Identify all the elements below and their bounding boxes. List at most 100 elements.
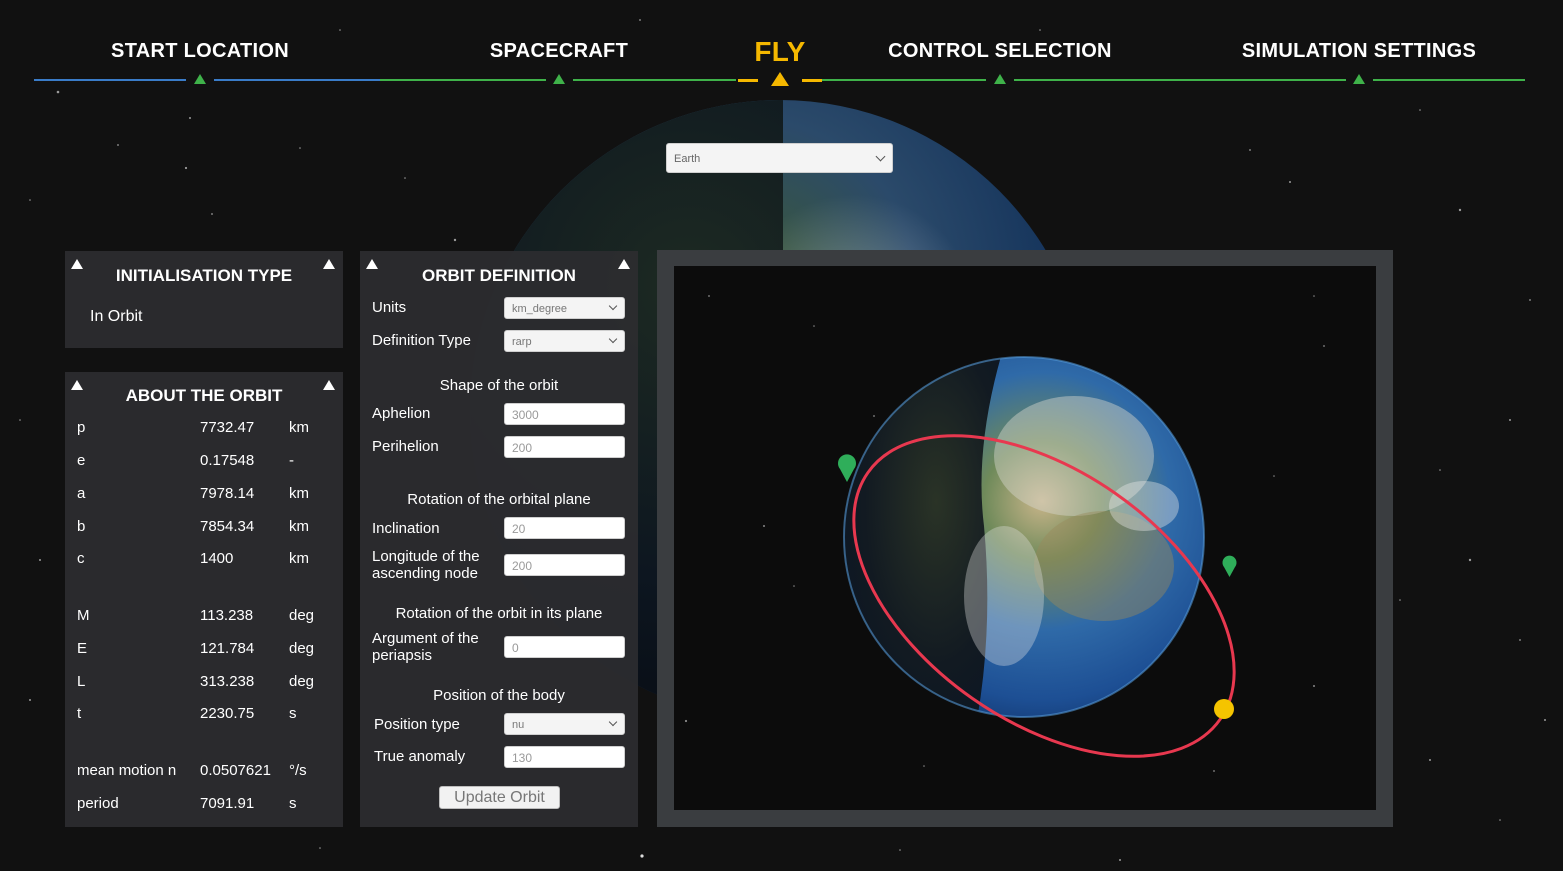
nav-tab-spacecraft[interactable]: SPACECRAFT (490, 40, 628, 63)
panel-title: INITIALISATION TYPE (115, 266, 293, 285)
argp-label-line-2: periapsis (372, 647, 433, 664)
section-heading: Rotation of the orbital plane (407, 491, 591, 508)
param-unit: deg (289, 607, 315, 624)
top-navigation: START LOCATION SPACECRAFT FLY CONTROL SE… (0, 0, 1563, 100)
orbit-param-row: M 113.238 deg (77, 607, 347, 627)
perihelion-input[interactable]: 200 (504, 436, 625, 458)
argp-label: Argument of the (372, 630, 479, 647)
nav-line (214, 79, 380, 81)
orbit-param-row: c 1400 km (77, 550, 347, 570)
nav-tab-simulation-settings[interactable]: SIMULATION SETTINGS (1242, 40, 1476, 63)
param-value: 121.784 (200, 640, 255, 657)
param-value: 0.17548 (200, 452, 255, 469)
param-value: 7978.14 (200, 485, 255, 502)
position-type-label: Position type (374, 716, 460, 733)
param-name: E (77, 640, 88, 657)
position-type-select-value: nu (512, 719, 525, 731)
param-value: 7732.47 (200, 419, 255, 436)
orbit-param-row: E 121.784 deg (77, 640, 347, 660)
param-unit: deg (289, 673, 315, 690)
nav-line (573, 79, 736, 81)
nav-marker-fly (771, 72, 789, 86)
aphelion-label: Aphelion (372, 405, 431, 422)
planet-select[interactable]: Earth (666, 143, 893, 173)
nav-marker-start-location (194, 74, 206, 84)
descending-node-marker (1222, 555, 1237, 577)
param-unit: km (289, 518, 309, 535)
nav-line (802, 79, 822, 82)
chevron-down-icon (875, 151, 886, 162)
spacecraft-body-marker (1214, 699, 1234, 719)
param-value: 313.238 (200, 673, 255, 690)
inclination-label: Inclination (372, 520, 440, 537)
orbit-param-row: mean motion n 0.0507621 °/s (77, 762, 347, 782)
orbit-param-row: p 7732.47 km (77, 419, 347, 439)
nav-line (34, 79, 186, 81)
param-unit: km (289, 485, 309, 502)
orbit-param-row: a 7978.14 km (77, 485, 347, 505)
param-name: period (77, 795, 119, 812)
param-value: 7854.34 (200, 518, 255, 535)
param-value: 1400 (200, 550, 234, 567)
initialisation-type-panel: INITIALISATION TYPE In Orbit (65, 251, 343, 348)
position-type-select[interactable]: nu (504, 713, 625, 735)
orbit-param-row: L 313.238 deg (77, 673, 347, 693)
param-name: mean motion n (77, 762, 177, 779)
orbit-definition-panel: ORBIT DEFINITION Units km_degree Definit… (360, 251, 638, 827)
param-unit: km (289, 419, 309, 436)
update-orbit-button[interactable]: Update Orbit (439, 786, 560, 809)
param-unit: - (289, 452, 294, 469)
chevron-down-icon (608, 334, 618, 344)
definition-type-label: Definition Type (372, 332, 471, 349)
units-label: Units (372, 299, 407, 316)
section-heading: Position of the body (433, 687, 565, 704)
definition-type-select-value: rarp (512, 336, 532, 348)
orbit-param-row: e 0.17548 - (77, 452, 347, 472)
nav-line (822, 79, 986, 81)
param-name: L (77, 673, 86, 690)
true-anomaly-input[interactable]: 130 (504, 746, 625, 768)
units-select-value: km_degree (512, 303, 568, 315)
param-name: t (77, 705, 82, 722)
nav-line (738, 79, 758, 82)
nav-tab-fly[interactable]: FLY (754, 36, 805, 68)
section-heading: Shape of the orbit (439, 377, 559, 394)
true-anomaly-label: True anomaly (374, 748, 466, 765)
orbit-param-row: period 7091.91 s (77, 795, 347, 815)
nav-marker-control-selection (994, 74, 1006, 84)
inclination-input[interactable]: 20 (504, 517, 625, 539)
param-unit: deg (289, 640, 315, 657)
param-value: 113.238 (200, 607, 254, 624)
param-value: 2230.75 (200, 705, 255, 722)
param-name: a (77, 485, 86, 502)
units-select[interactable]: km_degree (504, 297, 625, 319)
panel-title: ABOUT THE ORBIT (125, 386, 283, 405)
lan-label: Longitude of the (372, 548, 480, 565)
nav-line (380, 79, 546, 81)
orbit-viewport-frame (657, 250, 1393, 827)
orbit-param-row: t 2230.75 s (77, 705, 347, 725)
orbit-param-row: b 7854.34 km (77, 518, 347, 538)
orbit-viewport[interactable] (674, 266, 1376, 810)
param-unit: s (289, 705, 297, 722)
about-orbit-panel: ABOUT THE ORBIT p 7732.47 km e 0.17548 -… (65, 372, 343, 827)
nav-tab-control-selection[interactable]: CONTROL SELECTION (888, 40, 1112, 63)
initialisation-type-value: In Orbit (90, 308, 143, 325)
nav-tab-start-location[interactable]: START LOCATION (111, 40, 289, 63)
planet-select-value: Earth (674, 153, 701, 165)
nav-line (1373, 79, 1525, 81)
param-value: 7091.91 (200, 795, 255, 812)
lan-label-line-2: ascending node (372, 565, 478, 582)
param-unit: km (289, 550, 309, 567)
panel-title: ORBIT DEFINITION (422, 266, 576, 285)
param-name: c (77, 550, 85, 567)
aphelion-input[interactable]: 3000 (504, 403, 625, 425)
section-heading: Rotation of the orbit in its plane (395, 605, 603, 622)
argp-input[interactable]: 0 (504, 636, 625, 658)
nav-marker-spacecraft (553, 74, 565, 84)
perihelion-label: Perihelion (372, 438, 439, 455)
param-unit: s (289, 795, 297, 812)
lan-input[interactable]: 200 (504, 554, 625, 576)
param-unit: °/s (289, 762, 307, 779)
definition-type-select[interactable]: rarp (504, 330, 625, 352)
